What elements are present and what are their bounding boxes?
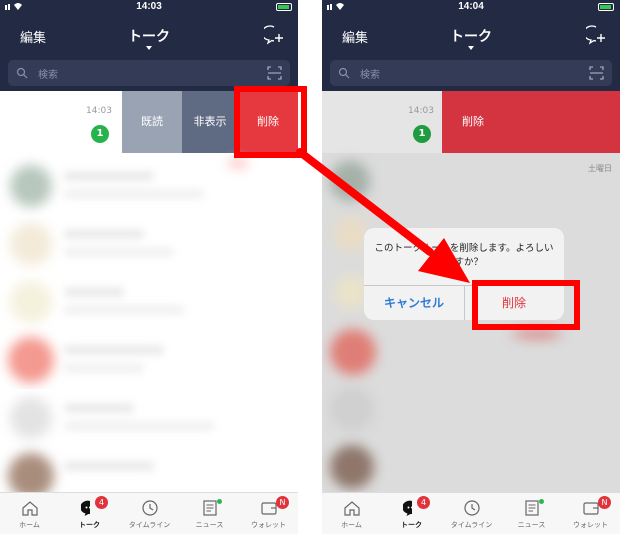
- tab-label: タイムライン: [450, 521, 493, 529]
- tab-bar: ホーム 4 トーク タイムライン ニュース N ウォレット: [322, 492, 620, 534]
- search-placeholder: 検索: [360, 70, 380, 81]
- tab-badge: 4: [95, 496, 108, 509]
- cancel-button[interactable]: キャンセル: [364, 286, 464, 320]
- status-bar: 14:03: [0, 0, 298, 14]
- battery-icon: [598, 3, 614, 11]
- avatar: [330, 161, 370, 201]
- clock-icon: [464, 500, 480, 516]
- tab-bar: ホーム 4 トーク タイムライン ニュース N ウォレット: [0, 492, 298, 534]
- tab-news[interactable]: ニュース: [502, 493, 561, 534]
- tab-label: ホーム: [341, 521, 362, 529]
- clock-icon: [142, 500, 158, 516]
- phone-screen-after: 14:04 編集 トーク 検索 14:03 1 削除 土曜日 このトークルームを…: [322, 0, 620, 534]
- avatar: [334, 275, 368, 309]
- tab-home[interactable]: ホーム: [322, 493, 381, 534]
- page-title[interactable]: トーク: [322, 26, 620, 46]
- list-item[interactable]: [0, 331, 298, 389]
- tab-label: ホーム: [19, 521, 40, 529]
- list-item[interactable]: [0, 215, 298, 273]
- list-item[interactable]: [0, 273, 298, 331]
- tab-news[interactable]: ニュース: [180, 493, 239, 534]
- news-dot: [539, 499, 544, 504]
- page-title[interactable]: トーク: [0, 26, 298, 46]
- tab-label: ウォレット: [573, 521, 608, 529]
- tab-badge: 4: [417, 496, 430, 509]
- dialog-message: このトークルームを削除します。よろしいですか？: [374, 243, 554, 268]
- row-timestamp: 14:03: [86, 106, 112, 116]
- tab-timeline[interactable]: タイムライン: [442, 493, 501, 534]
- search-icon: [16, 67, 28, 79]
- tab-timeline[interactable]: タイムライン: [120, 493, 179, 534]
- avatar: [330, 329, 376, 375]
- home-icon: [22, 501, 38, 516]
- search-bar: 検索: [322, 57, 620, 91]
- tab-label: ニュース: [195, 521, 224, 529]
- search-placeholder: 検索: [38, 70, 58, 81]
- list-item[interactable]: [0, 389, 298, 447]
- nav-bar: 編集 トーク: [322, 14, 620, 57]
- avatar: [334, 217, 368, 251]
- avatar: [10, 397, 52, 439]
- mark-read-button[interactable]: 既読: [122, 91, 182, 153]
- search-input[interactable]: 検索: [330, 60, 612, 86]
- avatar: [10, 165, 52, 207]
- row-timestamp: 土曜日: [588, 164, 612, 173]
- tab-label: トーク: [79, 521, 100, 529]
- tab-wallet[interactable]: N ウォレット: [239, 493, 298, 534]
- tab-wallet[interactable]: N ウォレット: [561, 493, 620, 534]
- qr-scan-icon[interactable]: [589, 66, 604, 80]
- swiped-chat-row[interactable]: 14:03 1 削除: [322, 91, 620, 153]
- search-input[interactable]: 検索: [8, 60, 290, 86]
- tab-label: ウォレット: [251, 521, 286, 529]
- tab-label: タイムライン: [128, 521, 171, 529]
- row-timestamp: 14:03: [408, 106, 434, 116]
- unread-badge: 1: [91, 125, 109, 143]
- avatar: [8, 453, 54, 492]
- news-dot: [217, 499, 222, 504]
- new-chat-icon[interactable]: [264, 25, 284, 45]
- status-time: 14:04: [458, 1, 484, 12]
- tab-badge: N: [598, 496, 611, 509]
- delete-button[interactable]: 削除: [442, 91, 620, 153]
- unread-badge: 1: [413, 125, 431, 143]
- home-icon: [344, 501, 360, 516]
- status-bar: 14:04: [322, 0, 620, 14]
- tab-label: ニュース: [517, 521, 546, 529]
- tab-talk[interactable]: 4 トーク: [382, 493, 441, 534]
- avatar: [10, 223, 52, 265]
- highlight-box: [472, 280, 580, 330]
- nav-bar: 編集 トーク: [0, 14, 298, 57]
- avatar: [8, 337, 54, 383]
- tab-label: トーク: [401, 521, 422, 529]
- highlight-box: [234, 86, 307, 158]
- search-icon: [338, 67, 350, 79]
- hide-button[interactable]: 非表示: [182, 91, 238, 153]
- battery-icon: [276, 3, 292, 11]
- phone-screen-before: 14:03 編集 トーク 検索 14:03 1 既読 非表示 削除 ホーム 4 …: [0, 0, 298, 534]
- avatar: [10, 281, 52, 323]
- tab-badge: N: [276, 496, 289, 509]
- avatar: [330, 387, 374, 431]
- new-chat-icon[interactable]: [586, 25, 606, 45]
- list-item[interactable]: [0, 157, 298, 215]
- tab-home[interactable]: ホーム: [0, 493, 59, 534]
- chevron-down-icon: [146, 46, 152, 50]
- chevron-down-icon: [468, 46, 474, 50]
- list-item[interactable]: [0, 447, 298, 492]
- avatar: [330, 445, 374, 489]
- status-time: 14:03: [136, 1, 162, 12]
- qr-scan-icon[interactable]: [267, 66, 282, 80]
- tab-talk[interactable]: 4 トーク: [60, 493, 119, 534]
